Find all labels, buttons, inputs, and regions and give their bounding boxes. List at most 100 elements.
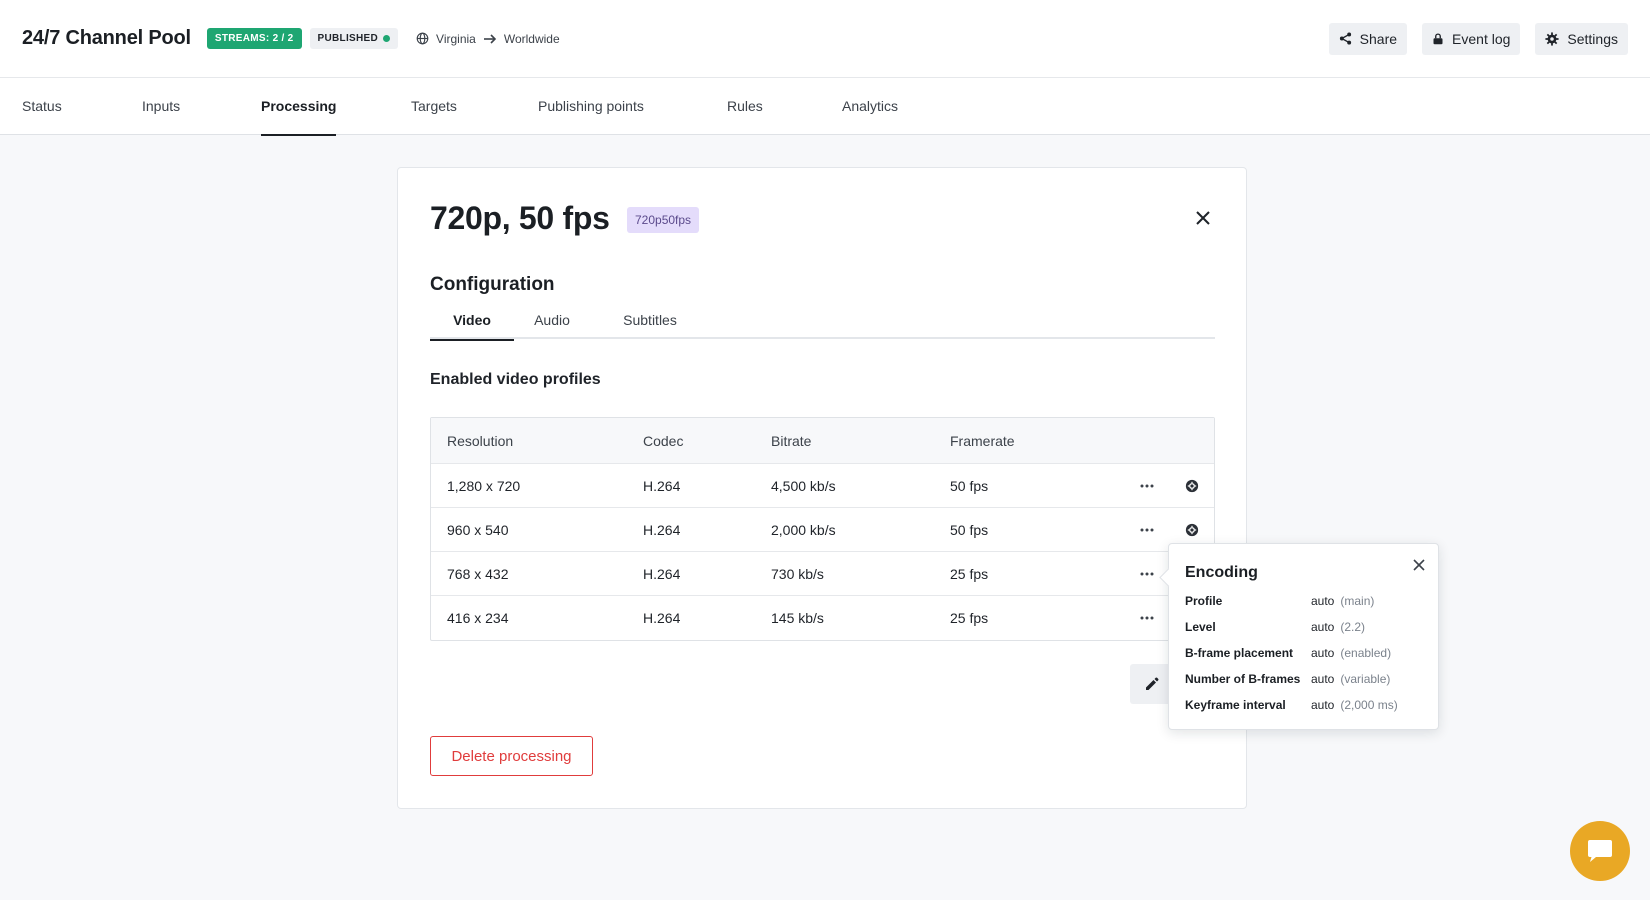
tab-audio[interactable]: Audio [530, 301, 574, 339]
cell-bitrate: 730 kb/s [771, 565, 824, 582]
globe-icon [416, 32, 429, 45]
row-menu-button[interactable] [1136, 508, 1158, 551]
published-status-dot [383, 35, 391, 42]
encoding-hint: (main) [1340, 594, 1375, 608]
popover-title: Encoding [1185, 564, 1258, 581]
encoding-value: auto [1311, 594, 1335, 608]
tab-targets[interactable]: Targets [411, 78, 457, 135]
encoding-label: Level [1185, 620, 1216, 634]
encoding-value: auto [1311, 646, 1335, 660]
header-actions: Share Event log Settings [1328, 22, 1628, 55]
gear-icon [1185, 523, 1199, 536]
tab-publishing-points[interactable]: Publishing points [538, 78, 644, 135]
region-from: Virginia [436, 31, 476, 46]
published-label: PUBLISHED [317, 33, 379, 44]
close-icon[interactable] [1194, 209, 1212, 227]
region-to: Worldwide [503, 31, 560, 46]
tab-subtitles[interactable]: Subtitles [621, 301, 679, 339]
encoding-hint: (2,000 ms) [1340, 698, 1398, 712]
cell-resolution: 416 x 234 [447, 610, 509, 626]
encoding-row-b-frame-placement: B-frame placement auto (enabled) [1185, 645, 1425, 661]
cell-framerate: 50 fps [950, 521, 989, 538]
chat-icon [1588, 840, 1612, 862]
processing-title: 720p, 50 fps [430, 200, 610, 236]
encoding-popover: Encoding Profile auto (main) Level auto … [1168, 543, 1439, 730]
delete-processing-button[interactable]: Delete processing [430, 736, 593, 776]
main-tabs: Status Inputs Processing Targets Publish… [0, 78, 1650, 136]
cell-bitrate: 4,500 kb/s [771, 477, 836, 494]
event-log-label: Event log [1452, 30, 1511, 47]
encoding-label: Profile [1185, 594, 1223, 608]
tab-rules[interactable]: Rules [727, 78, 763, 135]
row-menu-button[interactable] [1136, 552, 1158, 595]
cell-codec: H.264 [643, 477, 681, 494]
settings-button[interactable]: Settings [1535, 22, 1628, 55]
video-profiles-table: Resolution Codec Bitrate Framerate 1,280… [430, 417, 1215, 641]
processing-detail-card: 720p, 50 fps 720p50fps Configuration Vid… [397, 167, 1247, 809]
encoding-row-keyframe-interval: Keyframe interval auto (2,000 ms) [1185, 697, 1425, 713]
configuration-tabs: Video Audio Subtitles [430, 301, 1215, 341]
gear-icon [1545, 31, 1559, 46]
top-bar: 24/7 Channel Pool STREAMS: 2 / 2 PUBLISH… [0, 0, 1650, 78]
gear-icon [1185, 479, 1199, 492]
chat-button[interactable] [1570, 821, 1630, 881]
video-profiles-heading: Enabled video profiles [430, 371, 601, 388]
arrow-right-icon [483, 33, 496, 44]
column-header-resolution: Resolution [447, 432, 514, 449]
encoding-hint: (enabled) [1340, 646, 1392, 660]
table-row: 960 x 540 H.264 2,000 kb/s 50 fps [431, 508, 1214, 552]
encoding-label: B-frame placement [1185, 646, 1294, 660]
cell-resolution: 960 x 540 [447, 521, 509, 538]
column-header-codec: Codec [643, 432, 684, 449]
streams-badge: STREAMS: 2 / 2 [206, 28, 302, 49]
encoding-label: Number of B-frames [1185, 672, 1301, 686]
cell-resolution: 1,280 x 720 [447, 477, 521, 494]
share-label: Share [1359, 30, 1398, 47]
table-row: 768 x 432 H.264 730 kb/s 25 fps [431, 552, 1214, 596]
row-encoding-settings-button[interactable] [1183, 464, 1201, 507]
cell-codec: H.264 [643, 565, 681, 582]
cell-framerate: 25 fps [950, 610, 989, 626]
encoding-hint: (2.2) [1340, 620, 1366, 634]
cell-codec: H.264 [643, 610, 681, 626]
published-badge: PUBLISHED [309, 28, 399, 49]
row-menu-button[interactable] [1136, 596, 1158, 640]
event-log-button[interactable]: Event log [1422, 22, 1521, 55]
cell-framerate: 25 fps [950, 565, 989, 582]
column-header-framerate: Framerate [950, 432, 1015, 449]
more-horizontal-icon [1140, 528, 1154, 531]
log-icon [1433, 32, 1443, 44]
column-header-bitrate: Bitrate [771, 432, 812, 449]
cell-codec: H.264 [643, 521, 681, 538]
tab-inputs[interactable]: Inputs [142, 78, 180, 135]
tab-processing[interactable]: Processing [261, 78, 337, 136]
more-horizontal-icon [1140, 616, 1154, 620]
configuration-heading: Configuration [430, 274, 555, 295]
tab-status[interactable]: Status [22, 78, 62, 135]
close-icon[interactable] [1412, 558, 1426, 572]
encoding-row-profile: Profile auto (main) [1185, 593, 1425, 609]
cell-resolution: 768 x 432 [447, 565, 509, 582]
encoding-label: Keyframe interval [1185, 698, 1286, 712]
encoding-hint: (variable) [1340, 672, 1391, 686]
encoding-row-b-frame-count: Number of B-frames auto (variable) [1185, 671, 1425, 687]
table-row: 416 x 234 H.264 145 kb/s 25 fps [431, 596, 1214, 640]
row-menu-button[interactable] [1136, 464, 1158, 507]
share-icon [1339, 32, 1351, 45]
cell-bitrate: 2,000 kb/s [771, 521, 836, 538]
pencil-icon [1146, 677, 1159, 690]
tab-analytics[interactable]: Analytics [842, 78, 898, 135]
more-horizontal-icon [1140, 484, 1154, 487]
table-row: 1,280 x 720 H.264 4,500 kb/s 50 fps [431, 464, 1214, 508]
more-horizontal-icon [1140, 572, 1154, 575]
tab-video[interactable]: Video [430, 301, 514, 341]
cell-framerate: 50 fps [950, 477, 989, 494]
encoding-value: auto [1311, 620, 1335, 634]
region-route: Virginia Worldwide [416, 32, 560, 46]
settings-label: Settings [1567, 30, 1618, 47]
cell-bitrate: 145 kb/s [771, 610, 824, 626]
encoding-row-level: Level auto (2.2) [1185, 619, 1425, 635]
table-header-row: Resolution Codec Bitrate Framerate [431, 418, 1214, 464]
encoding-value: auto [1311, 698, 1335, 712]
share-button[interactable]: Share [1328, 22, 1408, 55]
